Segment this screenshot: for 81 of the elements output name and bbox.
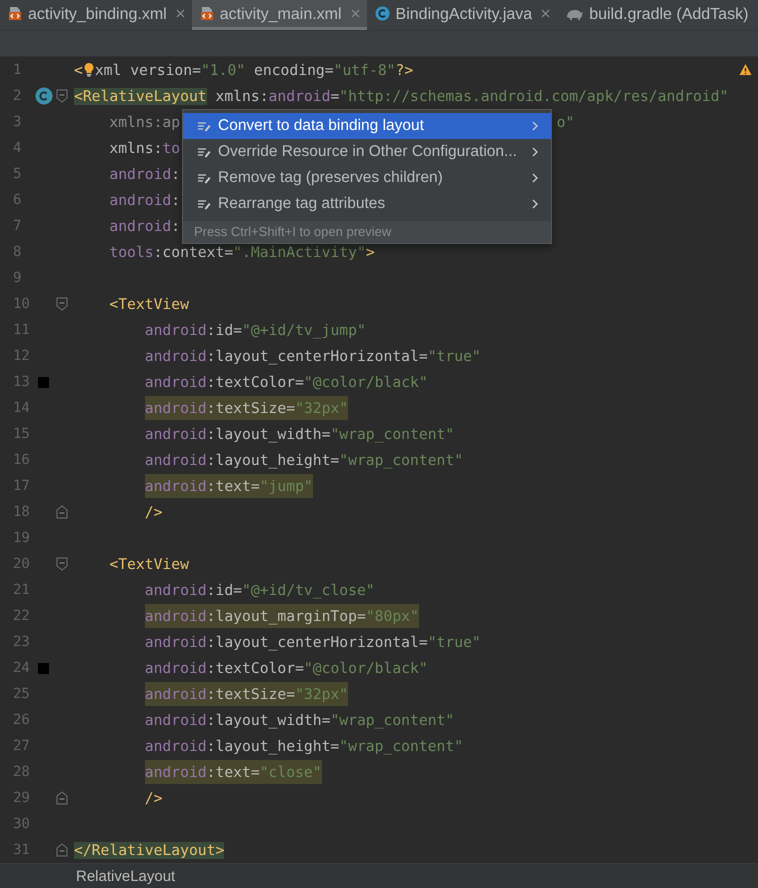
code-line: xmlns:to <box>109 138 180 158</box>
code-line: android:textColor="@color/black" <box>144 658 428 678</box>
line-number: 12 <box>12 348 31 364</box>
line-number: 30 <box>12 816 31 832</box>
line-number: 5 <box>12 166 22 182</box>
chevron-right-icon <box>532 199 539 209</box>
code-line: android: <box>109 164 180 184</box>
hint-text: Press Ctrl+Shift+I to open preview <box>183 221 551 243</box>
edit-icon <box>197 120 211 132</box>
color-swatch-icon[interactable] <box>38 662 49 674</box>
editor-tab[interactable]: activity_main.xml <box>192 0 367 30</box>
line-number: 24 <box>12 660 31 676</box>
code-line: tools:context=".MainActivity"> <box>109 242 375 262</box>
code-line: <RelativeLayout xmlns:android="http://schemas.android.com/apk/res/android" <box>74 86 728 106</box>
chevron-right-icon <box>532 147 539 157</box>
line-number: 11 <box>12 322 31 338</box>
code-line: android:id="@+id/tv_close" <box>144 580 375 600</box>
chevron-right-icon <box>532 173 539 183</box>
line-number: 15 <box>12 426 31 442</box>
close-icon <box>174 8 186 19</box>
code-line: <TextView <box>109 294 189 314</box>
menu-item[interactable]: Override Resource in Other Configuration... <box>183 139 551 165</box>
breadcrumb-item[interactable]: RelativeLayout <box>76 868 176 884</box>
code-line: <TextView <box>109 554 189 574</box>
line-number: 23 <box>12 634 31 650</box>
close-icon <box>350 8 361 19</box>
menu-item[interactable]: Convert to data binding layout <box>183 113 551 139</box>
code-line: android:layout_height="wrap_content" <box>144 450 464 470</box>
color-swatch-icon[interactable] <box>38 376 49 388</box>
code-line: /> <box>144 788 162 808</box>
code-line: android:layout_height="wrap_content" <box>144 736 464 756</box>
code-line: /> <box>144 502 162 522</box>
line-number: 18 <box>12 504 31 520</box>
code-text: o" <box>556 114 574 130</box>
edit-icon <box>197 198 211 210</box>
line-number: 17 <box>12 478 31 494</box>
chevron-right-icon <box>532 121 539 131</box>
line-number: 6 <box>12 192 22 208</box>
code-line: android:layout_width="wrap_content" <box>144 424 454 444</box>
code-line: android: <box>109 190 180 210</box>
line-number: 27 <box>12 738 31 754</box>
line-number: 3 <box>12 114 22 130</box>
code-line: android: <box>109 216 180 236</box>
edit-icon <box>197 146 211 158</box>
xml-file-icon <box>200 6 214 21</box>
edit-icon <box>197 172 211 184</box>
menu-item[interactable]: Remove tag (preserves children) <box>183 165 551 191</box>
line-number: 29 <box>12 790 31 806</box>
line-number: 20 <box>12 556 31 572</box>
line-number: 7 <box>12 218 22 234</box>
line-number: 28 <box>12 764 31 780</box>
line-number: 8 <box>12 244 22 260</box>
line-number: 13 <box>12 374 31 390</box>
line-number: 21 <box>12 582 31 598</box>
class-icon <box>374 6 390 21</box>
line-number: 10 <box>12 296 31 312</box>
line-number: 22 <box>12 608 31 624</box>
lightbulb-icon <box>82 62 95 76</box>
code-line: android:layout_centerHorizontal="true" <box>144 346 481 366</box>
line-number: 16 <box>12 452 31 468</box>
line-number: 31 <box>12 842 31 858</box>
close-icon <box>540 8 552 19</box>
code-line: android:textColor="@color/black" <box>144 372 428 392</box>
code-line: < xml version="1.0" encoding="utf-8"?> <box>74 60 414 80</box>
line-number: 14 <box>12 400 31 416</box>
line-number: 26 <box>12 712 31 728</box>
line-number: 19 <box>12 530 31 546</box>
editor-tab[interactable]: activity_binding.xml <box>0 0 192 30</box>
code-line: android:id="@+id/tv_jump" <box>144 320 366 340</box>
code-line: xmlns:ap <box>109 112 180 132</box>
xml-file-icon <box>8 6 22 21</box>
line-number: 1 <box>12 62 22 78</box>
line-number: 4 <box>12 140 22 156</box>
menu-item[interactable]: Rearrange tag attributes <box>183 191 551 217</box>
editor-tab[interactable]: BindingActivity.java <box>366 0 558 30</box>
editor-tab[interactable]: build.gradle (AddTask) <box>557 0 758 30</box>
code-line: android:layout_centerHorizontal="true" <box>144 632 481 652</box>
line-number: 2 <box>12 88 22 104</box>
code-line: android:layout_width="wrap_content" <box>144 710 454 730</box>
line-number: 9 <box>12 270 22 286</box>
line-number: 25 <box>12 686 31 702</box>
